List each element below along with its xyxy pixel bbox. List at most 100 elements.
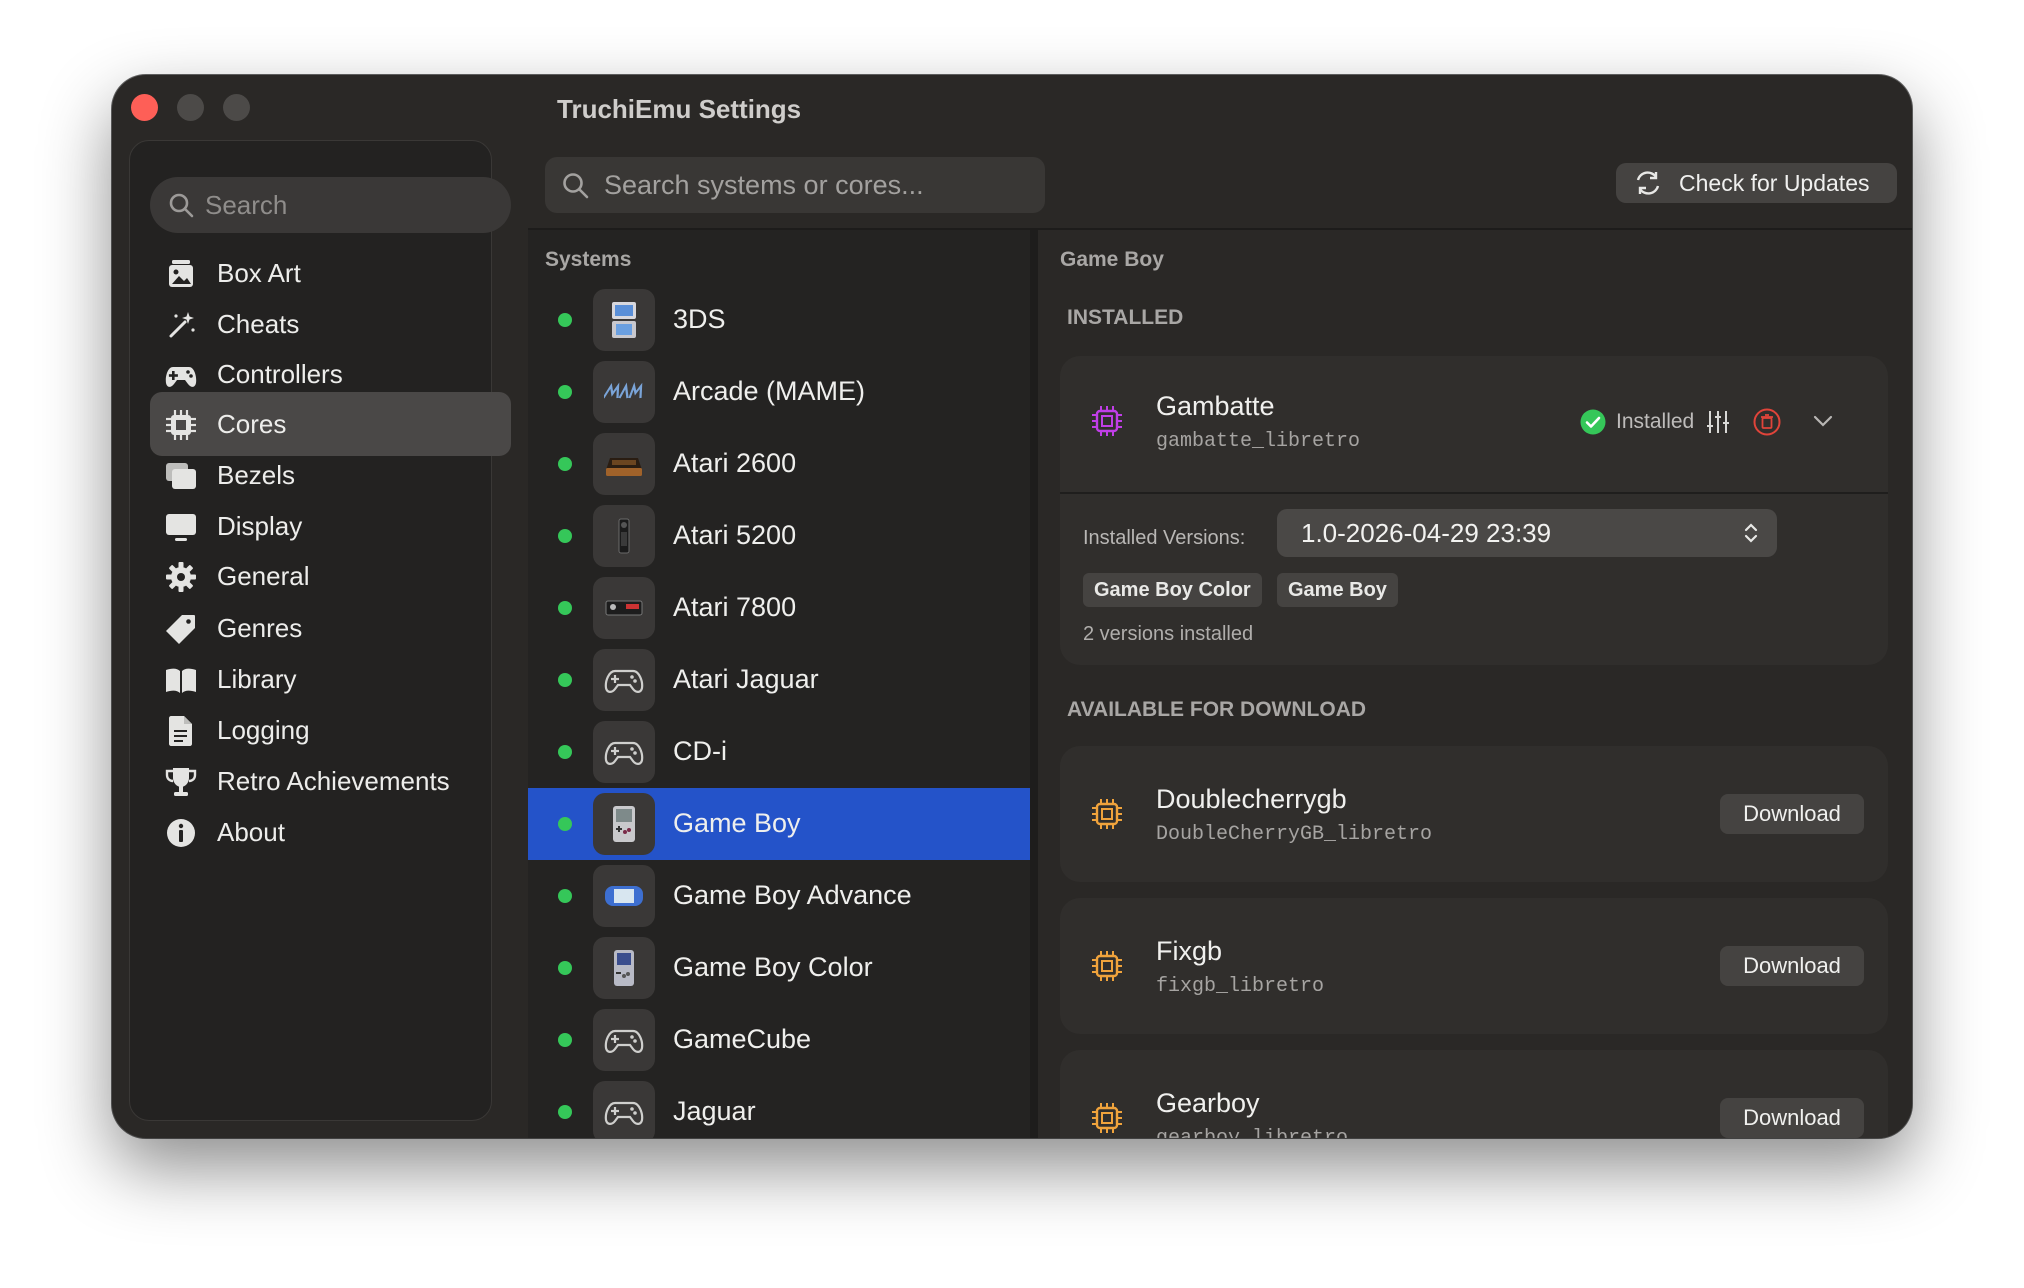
system-row-atari-5200[interactable]: Atari 5200 [528, 500, 1030, 572]
system-row-cd-i[interactable]: CD-i [528, 716, 1030, 788]
cpu-icon [1092, 406, 1122, 436]
systems-header: Systems [545, 248, 632, 271]
sidebar-item-label: Bezels [217, 459, 296, 490]
system-label: Game Boy Color [673, 952, 873, 982]
sidebar-item-label: Genres [217, 612, 303, 643]
system-row-3ds[interactable]: 3DS [528, 284, 1030, 356]
status-dot [558, 1105, 572, 1119]
available-header: AVAILABLE FOR DOWNLOAD [1067, 698, 1367, 721]
checkmark-circle-icon [1580, 409, 1606, 435]
installed-core-id: gambatte_libretro [1156, 430, 1361, 453]
system-label: CD-i [673, 736, 727, 766]
system-label: Atari Jaguar [673, 664, 819, 694]
system-label: Game Boy Advance [673, 880, 912, 910]
system-row-game-boy[interactable]: Game Boy [528, 788, 1030, 860]
zoom-window-button[interactable] [223, 94, 250, 121]
photo-stack-icon [166, 463, 196, 489]
gamepad-icon [604, 669, 644, 693]
game-boy-icon [613, 806, 635, 842]
system-row-game-boy-advance[interactable]: Game Boy Advance [528, 860, 1030, 932]
check-for-updates-button[interactable]: Check for Updates [1616, 163, 1897, 203]
download-button[interactable]: Download [1720, 1098, 1864, 1138]
system-thumbnail [593, 937, 655, 999]
system-row-atari-2600[interactable]: Atari 2600 [528, 428, 1030, 500]
status-dot [558, 817, 572, 831]
pane-splitter[interactable] [1030, 230, 1038, 1138]
up-down-chevron-icon [1744, 523, 1758, 543]
card-divider [1060, 492, 1888, 494]
status-dot [558, 889, 572, 903]
available-core-name: Doublecherrygb [1156, 784, 1347, 814]
installed-versions-label: Installed Versions: [1083, 527, 1246, 549]
system-label: 3DS [673, 304, 726, 334]
available-core-card-fixgb: Fixgb fixgb_libretro Download [1060, 898, 1888, 1034]
box-art-icon [169, 260, 193, 287]
system-thumbnail [593, 433, 655, 495]
atari-2600-console-icon [606, 458, 642, 476]
systems-search-field[interactable]: Search systems or cores... [545, 157, 1045, 213]
system-row-atari-7800[interactable]: Atari 7800 [528, 572, 1030, 644]
system-thumbnail [593, 577, 655, 639]
minimize-window-button[interactable] [177, 94, 204, 121]
trash-icon[interactable] [1753, 408, 1781, 436]
search-icon [169, 193, 194, 218]
magic-wand-icon [169, 312, 195, 338]
status-dot [558, 1033, 572, 1047]
tag-icon [166, 615, 195, 644]
system-label: Arcade (MAME) [673, 376, 866, 406]
close-window-button[interactable] [131, 94, 158, 121]
gamepad-icon [604, 741, 644, 765]
installed-core-card: Gambatte gambatte_libretro Installed Ins… [1060, 356, 1888, 665]
game-boy-advance-icon [605, 886, 643, 906]
sidebar-search-field[interactable]: Search [150, 177, 511, 233]
system-label: Jaguar [673, 1096, 756, 1126]
sidebar-item-label: Controllers [217, 358, 343, 389]
download-button[interactable]: Download [1720, 946, 1864, 986]
chevron-down-icon[interactable] [1812, 414, 1834, 428]
sidebar-item-about[interactable]: About [150, 800, 511, 864]
installed-core-name: Gambatte [1156, 391, 1275, 421]
system-row-jaguar[interactable]: Jaguar [528, 1076, 1030, 1138]
sliders-icon[interactable] [1705, 409, 1731, 435]
system-row-game-boy-color[interactable]: Game Boy Color [528, 932, 1030, 1004]
available-core-name: Gearboy [1156, 1088, 1260, 1118]
system-row-arcade-mame[interactable]: Arcade (MAME) [528, 356, 1030, 428]
cpu-icon [166, 410, 196, 440]
system-thumbnail [593, 1081, 655, 1138]
available-core-name: Fixgb [1156, 936, 1223, 966]
system-row-gamecube[interactable]: GameCube [528, 1004, 1030, 1076]
system-label: Atari 7800 [673, 592, 797, 622]
trophy-icon [165, 768, 197, 796]
info-icon [167, 819, 195, 847]
sidebar-item-label: General [217, 560, 310, 591]
available-core-id: gearboy_libretro [1156, 1127, 1348, 1138]
sidebar-item-label: Logging [217, 714, 310, 745]
status-dot [558, 961, 572, 975]
atari-7800-console-icon [605, 600, 643, 616]
installed-status: Installed [1580, 409, 1694, 435]
display-icon [166, 514, 196, 541]
system-label: Atari 5200 [673, 520, 797, 550]
window-title: TruchiEmu Settings [557, 94, 802, 124]
gear-icon [166, 562, 196, 592]
sidebar-search-placeholder: Search [205, 190, 288, 220]
installed-version-select[interactable]: 1.0-2026-04-29 23:39 [1277, 509, 1777, 557]
search-icon [563, 173, 589, 199]
system-row-atari-jaguar[interactable]: Atari Jaguar [528, 644, 1030, 716]
system-thumbnail [593, 865, 655, 927]
download-button[interactable]: Download [1720, 794, 1864, 834]
game-boy-color-icon [614, 950, 634, 986]
status-dot [558, 385, 572, 399]
system-label: Game Boy [673, 808, 801, 838]
cpu-icon [1092, 799, 1122, 829]
system-thumbnail [593, 289, 655, 351]
cpu-icon [1092, 1103, 1122, 1133]
gamepad-icon [604, 1029, 644, 1053]
3ds-console-icon [612, 302, 636, 338]
sidebar-item-label: Cores [217, 408, 287, 439]
settings-window: TruchiEmu Settings Search Box Art Cheats… [112, 75, 1912, 1138]
mame-logo-icon [604, 382, 643, 399]
system-thumbnail [593, 721, 655, 783]
installed-status-label: Installed [1616, 410, 1695, 433]
sidebar: Search Box Art Cheats Controllers Cores … [129, 140, 511, 1121]
